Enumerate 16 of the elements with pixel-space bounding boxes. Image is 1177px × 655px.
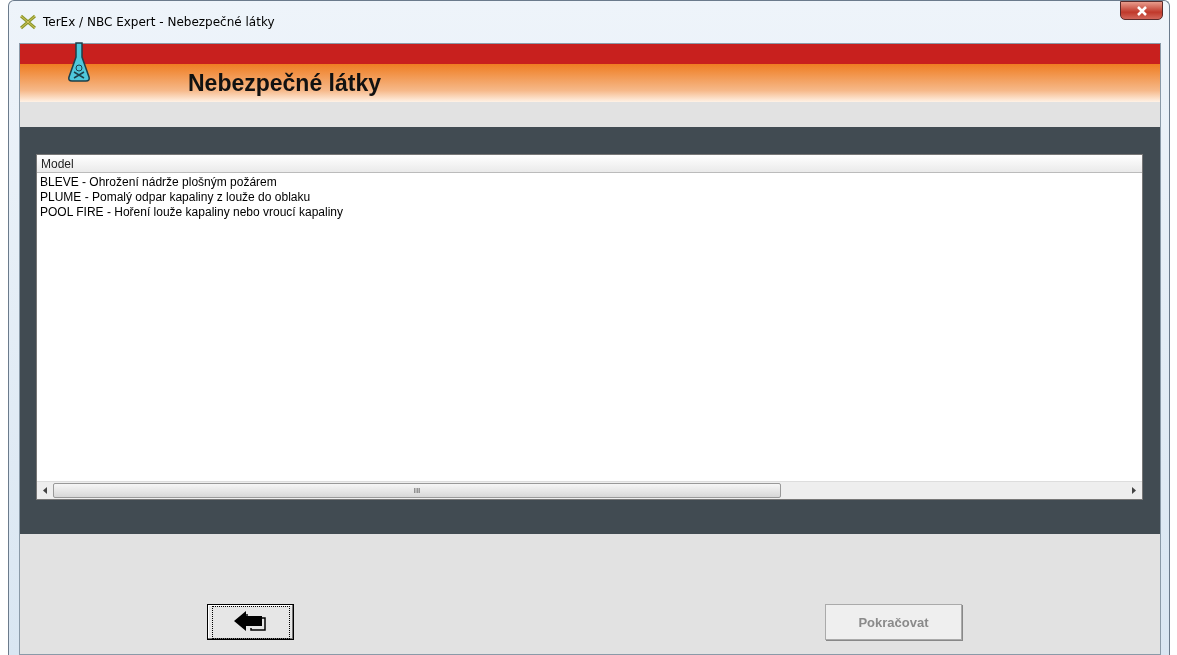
banner-title: Nebezpečné látky (188, 69, 382, 97)
column-header[interactable]: Model (41, 156, 74, 171)
back-button[interactable] (207, 604, 294, 640)
list-row[interactable]: PLUME - Pomalý odpar kapaliny z louže do oblaku (37, 190, 1142, 205)
flask-icon (68, 42, 90, 82)
close-icon (1135, 5, 1148, 16)
left-arrow-icon (232, 609, 269, 632)
scroll-thumb[interactable]: III (53, 483, 781, 498)
list-row[interactable]: BLEVE - Ohrožení nádrže plošným požárem (37, 175, 1142, 190)
scroll-right-icon[interactable] (1132, 487, 1136, 494)
list-row[interactable]: POOL FIRE - Hoření louže kapaliny nebo vroucí kapaliny (37, 205, 1142, 220)
scroll-left-icon[interactable] (43, 487, 47, 494)
close-button[interactable] (1120, 1, 1163, 20)
window-title: TerEx / NBC Expert - Nebezpečné látky (43, 15, 275, 29)
horizontal-scrollbar[interactable]: III (37, 481, 1142, 499)
app-icon (19, 14, 37, 30)
